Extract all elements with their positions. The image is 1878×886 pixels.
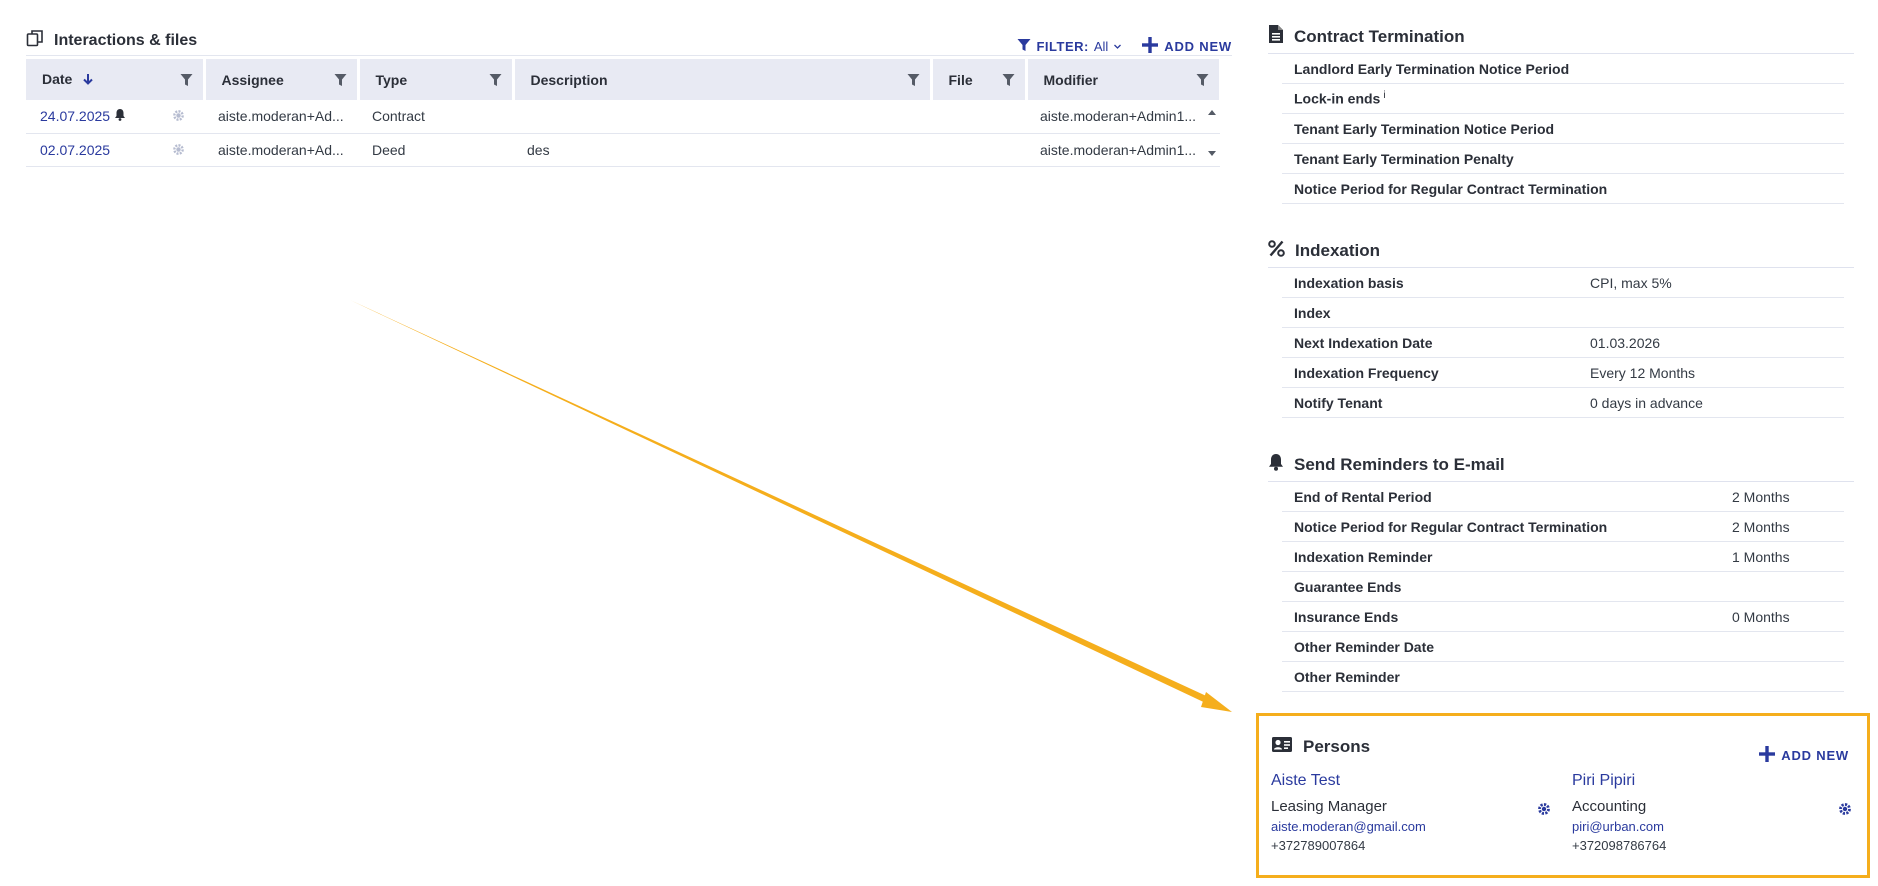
filter-icon[interactable]: [1002, 73, 1015, 90]
reminder-row: Other Reminder Date: [1282, 632, 1844, 662]
filter-label: FILTER:: [1036, 39, 1089, 54]
reminder-row: Notice Period for Regular Contract Termi…: [1282, 512, 1844, 542]
column-header-file[interactable]: File: [931, 59, 1028, 100]
contract-termination-row: Landlord Early Termination Notice Period: [1282, 54, 1844, 84]
indexation-row: Indexation Frequency Every 12 Months: [1282, 358, 1844, 388]
table-scrollbar[interactable]: [1207, 103, 1217, 163]
person-phone: +372098786764: [1572, 838, 1667, 853]
person-role: Leasing Manager: [1271, 798, 1387, 815]
filter-icon[interactable]: [334, 73, 347, 90]
contract-termination-row: Notice Period for Regular Contract Termi…: [1282, 174, 1844, 204]
person-name[interactable]: Piri Pipiri: [1572, 772, 1852, 790]
persons-section: Persons ADD NEW Aiste Test Leasing Manag…: [1256, 713, 1870, 878]
reminder-row: Other Reminder: [1282, 662, 1844, 692]
indexation-row: Indexation basis CPI, max 5%: [1282, 268, 1844, 298]
contract-termination-section: Contract Termination Landlord Early Term…: [1268, 20, 1854, 204]
reminders-section: Send Reminders to E-mail End of Rental P…: [1268, 448, 1854, 692]
persons-title: Persons: [1303, 737, 1371, 756]
interactions-title: Interactions & files: [54, 31, 198, 49]
reminder-row: End of Rental Period 2 Months: [1282, 482, 1844, 512]
plus-icon: [1759, 746, 1776, 765]
indexation-row: Notify Tenant 0 days in advance: [1282, 388, 1844, 418]
scroll-up-icon[interactable]: [1207, 103, 1217, 121]
row-modifier-cell: aiste.moderan+Admin1...: [1026, 100, 1220, 134]
row-description-cell: [513, 100, 931, 134]
filter-button[interactable]: FILTER: All: [1017, 38, 1122, 55]
interactions-section: Interactions & files FILTER: All ADD NEW …: [26, 26, 1232, 167]
document-icon: [1268, 24, 1284, 49]
id-card-icon: [1271, 736, 1293, 758]
persons-header: Persons: [1271, 736, 1370, 758]
reminders-title: Send Reminders to E-mail: [1294, 454, 1505, 474]
details-column: Contract Termination Landlord Early Term…: [1268, 20, 1854, 692]
row-assignee-cell: aiste.moderan+Ad...: [204, 133, 358, 167]
row-type-cell: Deed: [358, 133, 513, 167]
person-phone: +372789007864: [1271, 838, 1366, 853]
gear-icon[interactable]: [1537, 802, 1551, 821]
column-header-description[interactable]: Description: [513, 59, 933, 100]
interactions-header: Interactions & files FILTER: All ADD NEW: [26, 26, 1232, 56]
contract-termination-row: Tenant Early Termination Penalty: [1282, 144, 1844, 174]
table-row[interactable]: 02.07.2025 aiste.moderan+Ad... Deed des …: [26, 133, 1220, 167]
column-header-assignee[interactable]: Assignee: [204, 59, 360, 100]
row-modifier-cell: aiste.moderan+Admin1...: [1026, 133, 1220, 167]
filter-icon: [1017, 38, 1031, 55]
add-new-label: ADD NEW: [1781, 748, 1849, 763]
table-header-row: Date Assignee Type Description File Modi…: [26, 59, 1222, 100]
contract-termination-row: Tenant Early Termination Notice Period: [1282, 114, 1844, 144]
gear-icon[interactable]: [172, 109, 185, 125]
person-card: Piri Pipiri Accounting piri@urban.com +3…: [1572, 772, 1852, 853]
indexation-header: Indexation: [1268, 234, 1854, 268]
row-type-cell: Contract: [358, 100, 513, 134]
add-new-label: ADD NEW: [1164, 39, 1232, 54]
filter-value: All: [1093, 39, 1109, 54]
column-header-modifier[interactable]: Modifier: [1026, 59, 1222, 100]
indexation-row: Next Indexation Date 01.03.2026: [1282, 328, 1844, 358]
column-header-type[interactable]: Type: [358, 59, 515, 100]
bell-icon: [114, 108, 126, 124]
reminders-header: Send Reminders to E-mail: [1268, 448, 1854, 482]
sort-arrow-down-icon[interactable]: [82, 72, 94, 88]
person-email-link[interactable]: piri@urban.com: [1572, 819, 1852, 834]
row-file-cell[interactable]: [931, 133, 1026, 167]
person-email-link[interactable]: aiste.moderan@gmail.com: [1271, 819, 1551, 834]
reminder-row: Insurance Ends 0 Months: [1282, 602, 1844, 632]
scroll-down-icon[interactable]: [1207, 145, 1217, 163]
row-date-cell[interactable]: 02.07.2025: [26, 133, 204, 167]
filter-icon[interactable]: [907, 73, 920, 90]
info-icon[interactable]: i: [1383, 90, 1385, 101]
table-row[interactable]: 24.07.2025 aiste.moderan+Ad... Contract …: [26, 100, 1220, 134]
filter-icon[interactable]: [489, 73, 502, 90]
indexation-title: Indexation: [1295, 240, 1381, 260]
row-file-cell[interactable]: [931, 100, 1026, 134]
reminder-row: Guarantee Ends: [1282, 572, 1844, 602]
contract-termination-header: Contract Termination: [1268, 20, 1854, 54]
filter-icon[interactable]: [180, 73, 193, 90]
percent-icon: [1268, 239, 1285, 262]
contract-termination-title: Contract Termination: [1294, 26, 1465, 46]
plus-icon: [1142, 37, 1159, 56]
contract-termination-row: Lock-in ends i: [1282, 84, 1844, 114]
bell-icon: [1268, 453, 1284, 476]
person-role: Accounting: [1572, 798, 1647, 815]
filter-icon[interactable]: [1196, 73, 1209, 90]
gear-icon[interactable]: [172, 143, 185, 159]
person-name[interactable]: Aiste Test: [1271, 772, 1551, 790]
indexation-row: Index: [1282, 298, 1844, 328]
column-header-date[interactable]: Date: [26, 59, 206, 100]
indexation-section: Indexation Indexation basis CPI, max 5% I…: [1268, 234, 1854, 418]
gear-icon[interactable]: [1838, 802, 1852, 821]
add-new-interaction-button[interactable]: ADD NEW: [1142, 37, 1232, 56]
chevron-down-icon: [1113, 39, 1122, 54]
row-description-cell: des: [513, 133, 931, 167]
person-card: Aiste Test Leasing Manager aiste.moderan…: [1271, 772, 1551, 853]
add-new-person-button[interactable]: ADD NEW: [1759, 746, 1849, 765]
copy-files-icon: [26, 29, 44, 52]
row-assignee-cell: aiste.moderan+Ad...: [204, 100, 358, 134]
row-date-cell[interactable]: 24.07.2025: [26, 100, 204, 134]
interactions-table: Date Assignee Type Description File Modi…: [26, 59, 1222, 167]
reminder-row: Indexation Reminder 1 Months: [1282, 542, 1844, 572]
